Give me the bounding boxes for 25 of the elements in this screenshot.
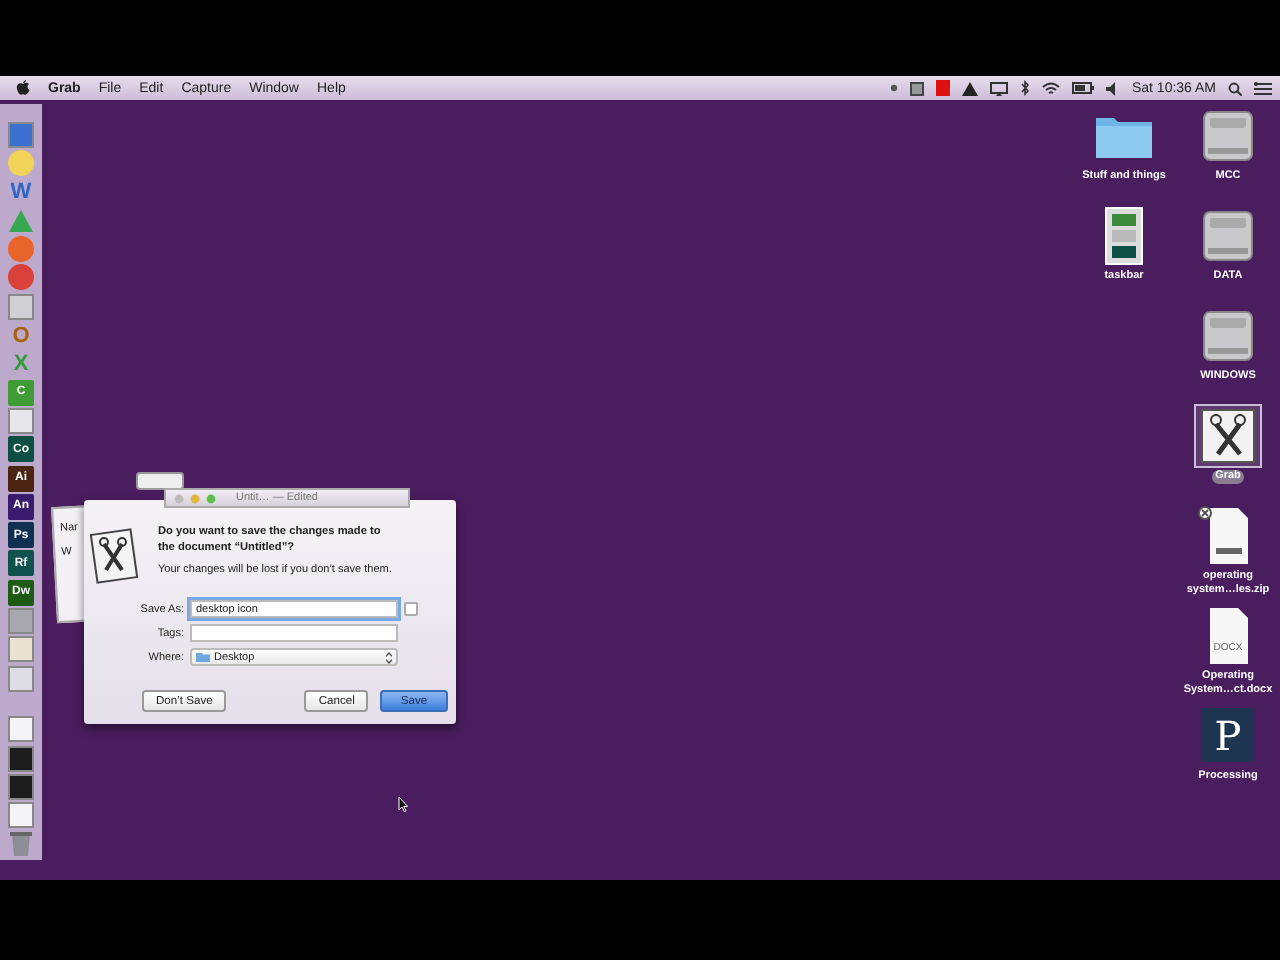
speaker-icon[interactable] — [1105, 81, 1120, 95]
stepper-icon — [386, 651, 392, 663]
trash-icon[interactable] — [8, 830, 34, 857]
list-icon[interactable] — [1254, 81, 1272, 95]
wifi-icon[interactable] — [1041, 81, 1060, 95]
segmented-control[interactable] — [136, 472, 184, 490]
app-logo-letter: P — [1214, 712, 1242, 760]
scissors-app-icon[interactable] — [1196, 406, 1260, 466]
battery-icon[interactable] — [1071, 82, 1094, 94]
dot-icon[interactable] — [889, 84, 898, 92]
screen-icon[interactable] — [989, 81, 1008, 95]
apple-icon[interactable] — [16, 80, 30, 96]
cursor-icon — [398, 796, 408, 812]
filled-square-icon[interactable] — [935, 80, 950, 96]
close-icon[interactable] — [1198, 506, 1212, 520]
grab-app-icon — [88, 526, 140, 586]
triangle-icon[interactable] — [961, 81, 978, 95]
tags-field[interactable] — [190, 624, 398, 642]
app-icon[interactable] — [8, 745, 34, 772]
app-icon[interactable] — [8, 773, 34, 800]
square-icon[interactable] — [909, 81, 924, 95]
app-icon[interactable] — [1196, 706, 1260, 766]
search-icon[interactable] — [1228, 81, 1242, 95]
bluetooth-icon[interactable] — [1019, 80, 1030, 96]
folder-icon — [196, 652, 210, 662]
